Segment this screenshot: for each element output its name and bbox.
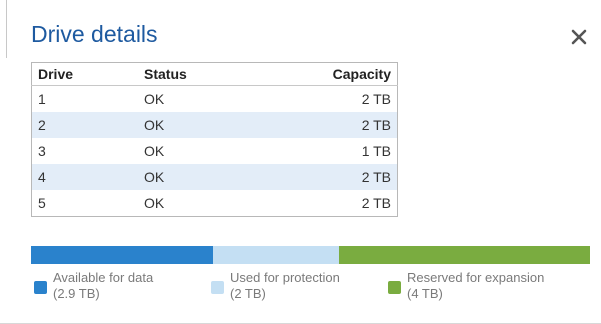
capacity-cell: 2 TB bbox=[361, 195, 391, 211]
table-row: 3 OK 1 TB bbox=[32, 138, 398, 164]
legend-swatch-protection bbox=[211, 281, 224, 294]
legend-item-available: Available for data (2.9 TB) bbox=[34, 270, 153, 302]
drive-cell: 4 bbox=[38, 169, 46, 185]
capacity-segment-protection bbox=[213, 246, 339, 264]
column-header-status: Status bbox=[138, 62, 260, 86]
close-icon bbox=[571, 29, 587, 45]
column-header-capacity: Capacity bbox=[260, 62, 398, 86]
legend-amount-available: (2.9 TB) bbox=[53, 286, 100, 301]
legend-amount-expansion: (4 TB) bbox=[407, 286, 443, 301]
status-cell: OK bbox=[144, 195, 165, 211]
capacity-cell: 1 TB bbox=[361, 143, 391, 159]
column-header-drive: Drive bbox=[31, 62, 138, 86]
status-cell: OK bbox=[144, 117, 165, 133]
drive-cell: 5 bbox=[38, 195, 46, 211]
table-header-row: Drive Status Capacity bbox=[31, 62, 398, 86]
table-row: 4 OK 2 TB bbox=[31, 164, 398, 190]
table-row: 2 OK 2 TB bbox=[31, 112, 398, 138]
capacity-cell: 2 TB bbox=[361, 117, 391, 133]
status-cell: OK bbox=[144, 143, 165, 159]
drive-cell: 3 bbox=[38, 143, 46, 159]
legend-item-expansion: Reserved for expansion (4 TB) bbox=[388, 270, 544, 302]
dialog-left-edge bbox=[6, 0, 7, 58]
table-row: 5 OK 2 TB bbox=[32, 190, 398, 217]
legend-amount-protection: (2 TB) bbox=[230, 286, 266, 301]
capacity-cell: 2 TB bbox=[361, 91, 391, 107]
status-cell: OK bbox=[144, 169, 165, 185]
capacity-segment-expansion bbox=[338, 246, 590, 264]
legend-swatch-available bbox=[34, 281, 47, 294]
status-cell: OK bbox=[144, 91, 165, 107]
capacity-legend: Available for data (2.9 TB) Used for pro… bbox=[34, 270, 594, 310]
drive-details-dialog: Drive details Drive Status Capacity 1 OK… bbox=[0, 0, 601, 324]
legend-item-protection: Used for protection (2 TB) bbox=[211, 270, 340, 302]
drive-cell: 1 bbox=[38, 91, 46, 107]
capacity-bar bbox=[31, 246, 590, 264]
legend-label-expansion: Reserved for expansion bbox=[407, 270, 545, 285]
drive-table: Drive Status Capacity 1 OK 2 TB 2 OK 2 T… bbox=[31, 62, 398, 217]
legend-swatch-expansion bbox=[388, 281, 401, 294]
close-button[interactable] bbox=[568, 26, 590, 48]
legend-label-available: Available for data bbox=[53, 270, 154, 285]
drive-cell: 2 bbox=[38, 117, 46, 133]
table-row: 1 OK 2 TB bbox=[32, 86, 398, 113]
dialog-title: Drive details bbox=[31, 21, 158, 47]
capacity-segment-available bbox=[31, 246, 214, 264]
legend-label-protection: Used for protection bbox=[230, 270, 340, 285]
capacity-cell: 2 TB bbox=[361, 169, 391, 185]
